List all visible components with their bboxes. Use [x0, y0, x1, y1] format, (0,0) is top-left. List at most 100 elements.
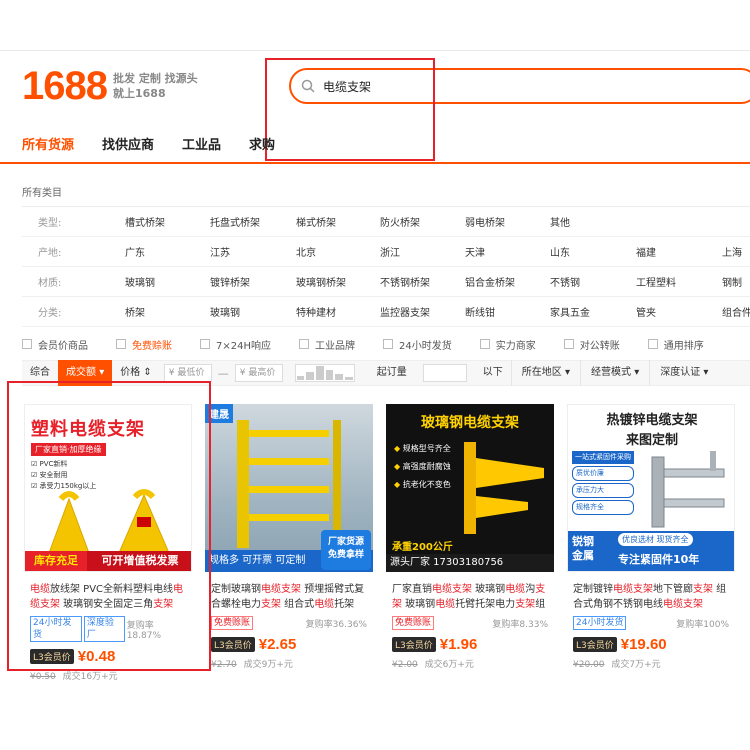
max-price-input[interactable]: ¥ 最高价 — [234, 364, 283, 382]
filter-option[interactable]: 浙江 — [380, 244, 400, 259]
check-general-sort[interactable]: 通用排序 — [647, 337, 704, 352]
filter-option[interactable]: 特种建材 — [296, 304, 336, 319]
check-label: 免费赊账 — [132, 340, 172, 352]
check-free-credit[interactable]: 免费赊账 — [116, 337, 172, 352]
service-tag: 免费赊账 — [392, 616, 435, 630]
sort-default[interactable]: 综合 — [22, 360, 58, 386]
filter-option[interactable]: 钢制 — [722, 274, 742, 289]
location-label: 所在地区 — [521, 367, 562, 378]
sort-volume[interactable]: 成交额 ▾ — [58, 360, 113, 386]
filter-option[interactable]: 组合件 — [722, 304, 750, 319]
histogram-bar — [316, 366, 324, 380]
title-keyword: 支架 — [515, 599, 536, 610]
search-input[interactable]: 电缆支架 — [289, 68, 750, 104]
location-dropdown[interactable]: 所在地区 ▾ — [510, 360, 580, 386]
image-headline: 塑料电缆支架 — [31, 419, 145, 440]
tab-industrial[interactable]: 工业品 — [182, 136, 221, 160]
product-card[interactable]: 热镀锌电缆支架 来图定制 一站式紧固件采购 质优价廉 承压力大 规格齐全 锐钢 … — [567, 404, 735, 680]
filter-option[interactable]: 其他 — [550, 214, 570, 229]
product-image[interactable]: 塑料电缆支架 厂家直销·加厚绝缘 ☑ PVC新料 ☑ 安全耐用 ☑ 承受力150… — [24, 404, 192, 572]
filter-option[interactable]: 北京 — [296, 244, 316, 259]
sort-price-label: 价格 — [120, 367, 141, 378]
filter-option[interactable]: 铝合金桥架 — [465, 274, 515, 289]
filter-option[interactable]: 福建 — [636, 244, 656, 259]
breadcrumb[interactable]: 所有类目 — [22, 184, 62, 199]
image-pill: 承压力大 — [572, 483, 634, 498]
filter-option[interactable]: 家具五金 — [550, 304, 590, 319]
filter-option[interactable]: 工程塑料 — [636, 274, 676, 289]
filter-option[interactable]: 天津 — [465, 244, 485, 259]
check-24h-response[interactable]: 7×24H响应 — [200, 337, 271, 352]
check-label: 24小时发货 — [399, 340, 452, 352]
product-title[interactable]: 定制玻璃钢电缆支架 预埋摇臂式复合螺栓电力支架 组合式电缆托架 — [205, 582, 373, 612]
tab-rfq[interactable]: 求购 — [249, 136, 275, 160]
filter-option[interactable]: 不锈钢桥架 — [380, 274, 430, 289]
bullet-dot-icon: ◆ — [394, 444, 401, 453]
mode-dropdown[interactable]: 经营模式 ▾ — [580, 360, 649, 386]
filter-option[interactable]: 玻璃钢 — [125, 274, 155, 289]
filter-option[interactable]: 监控器支架 — [380, 304, 430, 319]
tab-suppliers[interactable]: 找供应商 — [102, 136, 154, 160]
checkbox[interactable] — [479, 339, 490, 349]
tab-all-goods[interactable]: 所有货源 — [22, 136, 74, 160]
filter-option[interactable]: 江苏 — [210, 244, 230, 259]
filter-option[interactable]: 断线钳 — [465, 304, 495, 319]
filter-label: 分类: — [38, 308, 62, 319]
fiberglass-bracket-illustration — [464, 442, 544, 534]
bullet-text: 高强度耐腐蚀 — [402, 462, 451, 471]
filter-option[interactable]: 防火桥架 — [380, 214, 420, 229]
product-image[interactable]: 建晟 规格多 可开票 可定制 厂家货源 免费拿样 — [205, 404, 373, 572]
filter-row-type: 类型: 槽式桥架 托盘式桥架 梯式桥架 防火桥架 弱电桥架 其他 — [22, 207, 750, 237]
tab-bar-line — [0, 162, 750, 164]
filter-option[interactable]: 山东 — [550, 244, 570, 259]
filter-option[interactable]: 托盘式桥架 — [210, 214, 260, 229]
moq-input[interactable] — [422, 364, 467, 382]
filter-option[interactable]: 桥架 — [125, 304, 145, 319]
checkbox[interactable] — [647, 339, 658, 349]
product-image[interactable]: 热镀锌电缆支架 来图定制 一站式紧固件采购 质优价廉 承压力大 规格齐全 锐钢 … — [567, 404, 735, 572]
logo-1688[interactable]: 1688 批发 定制 找源头 就上1688 — [22, 66, 198, 106]
check-strong-merchant[interactable]: 实力商家 — [479, 337, 536, 352]
filter-option[interactable]: 不锈钢 — [550, 274, 580, 289]
product-title[interactable]: 厂家直销电缆支架 玻璃钢电缆沟支架 玻璃钢电缆托臂托架电力支架组合式 — [386, 582, 554, 612]
title-keyword: 支架 — [261, 599, 281, 610]
check-label: 对公转账 — [579, 340, 620, 352]
filter-option[interactable]: 玻璃钢桥架 — [296, 274, 346, 289]
bullet-dot-icon: ◆ — [394, 462, 401, 471]
product-image[interactable]: 玻璃钢电缆支架 ◆ 规格型号齐全 ◆ 高强度耐腐蚀 ◆ 抗老化不变色 承重200… — [386, 404, 554, 572]
filter-row-category: 分类: 桥架 玻璃钢 特种建材 监控器支架 断线钳 家具五金 管夹 组合件 — [22, 297, 750, 327]
min-price-input[interactable]: ¥ 最低价 — [163, 364, 212, 382]
checkbox[interactable] — [200, 339, 210, 349]
filter-option[interactable]: 上海 — [722, 244, 742, 259]
product-card[interactable]: 玻璃钢电缆支架 ◆ 规格型号齐全 ◆ 高强度耐腐蚀 ◆ 抗老化不变色 承重200… — [386, 404, 554, 680]
histogram-bar — [345, 377, 353, 380]
repurchase-rate: 复购率36.36% — [305, 619, 367, 630]
logo-tagline-2: 就上1688 — [112, 87, 166, 100]
title-keyword: 电缆支架 — [432, 584, 472, 595]
checkbox[interactable] — [383, 339, 393, 349]
checkbox[interactable] — [22, 339, 32, 349]
check-24h-ship[interactable]: 24小时发货 — [383, 337, 452, 352]
check-member-price[interactable]: 会员价商品 — [22, 337, 88, 352]
image-load: 承重200公斤 — [392, 542, 453, 553]
product-title[interactable]: 电缆放线架 PVC全新料塑料电线电缆支架 玻璃钢安全固定三角支架 — [24, 582, 192, 612]
filter-option[interactable]: 管夹 — [636, 304, 656, 319]
cert-dropdown[interactable]: 深度认证 ▾ — [649, 360, 718, 386]
filter-option[interactable]: 梯式桥架 — [296, 214, 336, 229]
sort-price[interactable]: 价格 ⇕ — [112, 360, 160, 386]
filter-row-origin: 产地: 广东 江苏 北京 浙江 天津 山东 福建 上海 — [22, 237, 750, 267]
filter-option[interactable]: 玻璃钢 — [210, 304, 240, 319]
checkbox[interactable] — [563, 339, 574, 349]
filter-option[interactable]: 弱电桥架 — [465, 214, 505, 229]
filter-option[interactable]: 镀锌桥架 — [210, 274, 250, 289]
product-card[interactable]: 建晟 规格多 可开票 可定制 厂家货源 免费拿样 定制玻璃钢电缆支架 预埋摇臂式… — [205, 404, 373, 680]
product-card[interactable]: 塑料电缆支架 厂家直销·加厚绝缘 ☑ PVC新料 ☑ 安全耐用 ☑ 承受力150… — [24, 404, 192, 682]
checkbox[interactable] — [116, 339, 126, 349]
filter-option[interactable]: 槽式桥架 — [125, 214, 165, 229]
price-histogram[interactable] — [294, 364, 355, 382]
product-title[interactable]: 定制镀锌电缆支架地下管廊支架 组合式角钢不锈钢电线电缆支架 — [567, 582, 735, 612]
checkbox[interactable] — [299, 339, 309, 349]
check-industrial-brand[interactable]: 工业品牌 — [299, 337, 355, 352]
filter-option[interactable]: 广东 — [125, 244, 145, 259]
check-corporate-transfer[interactable]: 对公转账 — [563, 337, 620, 352]
